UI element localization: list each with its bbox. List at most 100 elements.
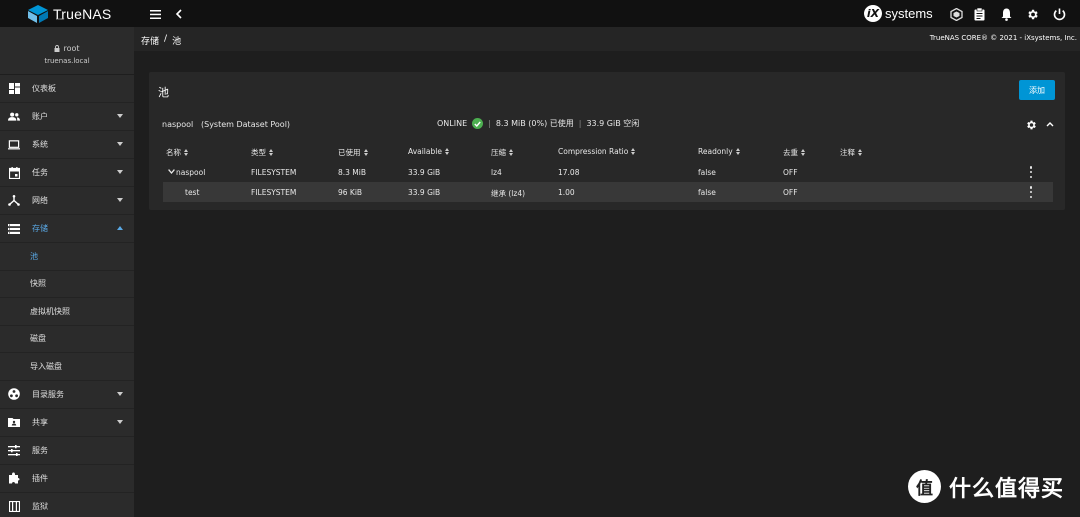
- sidebar-subitem-label: 快照: [30, 279, 46, 289]
- watermark-text: 什么值得买: [949, 476, 1065, 502]
- cell-type: FILESYSTEM: [251, 188, 297, 197]
- page-title: 池: [158, 86, 169, 99]
- sidebar-subitem-import-disk[interactable]: 导入磁盘: [0, 353, 134, 381]
- truenas-logo-icon: [28, 5, 48, 23]
- sidebar-item-label: 存储: [32, 224, 48, 233]
- column-header-label: 去重: [783, 148, 798, 157]
- column-header-label: 注释: [840, 148, 855, 157]
- network-icon: [8, 195, 20, 207]
- table-row[interactable]: naspool FILESYSTEM 8.3 MiB 33.9 GiB lz4 …: [163, 162, 1053, 182]
- cell-used: 8.3 MiB: [338, 168, 367, 177]
- sort-icon: [444, 148, 450, 155]
- watermark-logo: 值: [908, 470, 941, 503]
- used-space: 8.3 MiB (0%) 已使用: [495, 119, 574, 128]
- sidebar-subitem-vm-snapshots[interactable]: 虚拟机快照: [0, 298, 134, 326]
- directory-icon: [8, 388, 20, 400]
- cell-compression-ratio: 1.00: [558, 188, 575, 197]
- sidebar-item-tasks[interactable]: 任务: [0, 159, 134, 187]
- status-separator: |: [488, 119, 491, 128]
- cell-dedup: OFF: [783, 168, 798, 177]
- column-header-readonly[interactable]: Readonly: [698, 147, 741, 156]
- sidebar-item-label: 目录服务: [32, 389, 64, 399]
- sidebar-subitem-label: 导入磁盘: [30, 361, 62, 371]
- storage-icon: [8, 223, 20, 235]
- sidebar-subitem-disks[interactable]: 磁盘: [0, 326, 134, 353]
- plugin-icon: [8, 472, 20, 484]
- sidebar-item-jails[interactable]: 监狱: [0, 493, 134, 517]
- back-icon[interactable]: [170, 6, 186, 22]
- chevron-down-icon: [117, 114, 123, 118]
- breadcrumb-parent[interactable]: 存储: [141, 34, 159, 47]
- column-header-label: 压缩: [491, 148, 506, 157]
- sidebar-item-accounts[interactable]: 账户: [0, 103, 134, 131]
- breadcrumb: 存储 / 池: [141, 34, 181, 47]
- more-vert-icon[interactable]: [1028, 186, 1034, 198]
- sidebar-item-label: 插件: [32, 473, 48, 483]
- chevron-down-icon: [117, 198, 123, 202]
- sidebar-item-services[interactable]: 服务: [0, 437, 134, 465]
- breadcrumb-bar: 存储 / 池 TrueNAS CORE® © 2021 - iXsystems,…: [134, 27, 1080, 51]
- pool-status: ONLINE | 8.3 MiB (0%) 已使用 | 33.9 GiB 空闲: [437, 118, 639, 129]
- cell-type: FILESYSTEM: [251, 168, 297, 177]
- column-header-available[interactable]: Available: [408, 147, 450, 156]
- menu-icon[interactable]: [147, 6, 163, 22]
- column-header-comments[interactable]: 注释: [840, 147, 863, 158]
- more-vert-icon[interactable]: [1028, 166, 1034, 178]
- cell-compression-ratio: 17.08: [558, 168, 580, 177]
- sort-icon: [269, 149, 274, 156]
- column-header-name[interactable]: 名称: [166, 147, 189, 158]
- sort-icon: [509, 149, 514, 156]
- chevron-up-icon[interactable]: [1046, 121, 1054, 127]
- system-icon: [8, 139, 20, 151]
- status-text: ONLINE: [437, 119, 468, 128]
- truecommand-icon[interactable]: [948, 6, 964, 22]
- lock-icon: [54, 45, 60, 52]
- dashboard-icon: [8, 83, 20, 95]
- cell-compression: lz4: [491, 168, 502, 177]
- column-header-label: Readonly: [698, 147, 733, 156]
- truenas-logo[interactable]: TrueNAS: [28, 4, 111, 24]
- table-row[interactable]: test FILESYSTEM 96 KiB 33.9 GiB 继承 (lz4)…: [163, 182, 1053, 202]
- chevron-down-icon[interactable]: [168, 169, 175, 174]
- column-header-label: 类型: [251, 148, 266, 157]
- sort-icon: [184, 149, 189, 156]
- column-header-used[interactable]: 已使用: [338, 147, 369, 158]
- column-header-dedup[interactable]: 去重: [783, 147, 806, 158]
- pool-settings-gear-icon[interactable]: [1025, 119, 1037, 131]
- chevron-down-icon: [117, 170, 123, 174]
- copyright: TrueNAS CORE® © 2021 - iXsystems, Inc.: [929, 34, 1077, 42]
- column-header-label: Available: [408, 147, 442, 156]
- tasks-icon[interactable]: [971, 6, 987, 22]
- column-header-type[interactable]: 类型: [251, 147, 274, 158]
- sidebar-item-plugins[interactable]: 插件: [0, 465, 134, 493]
- jail-icon: [8, 500, 20, 512]
- column-header-compression-ratio[interactable]: Compression Ratio: [558, 147, 636, 156]
- pool-subtitle: (System Dataset Pool): [201, 120, 291, 129]
- cell-used: 96 KiB: [338, 188, 363, 197]
- sidebar-subitem-snapshots[interactable]: 快照: [0, 271, 134, 298]
- sidebar-item-label: 监狱: [32, 501, 48, 511]
- sidebar: root truenas.local 仪表板 账户 系统 任务 网络 存储 池 …: [0, 27, 134, 517]
- gear-icon[interactable]: [1024, 6, 1040, 22]
- cell-readonly: false: [698, 188, 716, 197]
- sidebar-item-storage[interactable]: 存储: [0, 215, 134, 243]
- sidebar-item-network[interactable]: 网络: [0, 187, 134, 215]
- breadcrumb-separator: /: [164, 34, 168, 44]
- add-pool-button[interactable]: 添加: [1019, 80, 1055, 100]
- sidebar-subitem-pools[interactable]: 池: [0, 243, 134, 271]
- sidebar-item-directory-services[interactable]: 目录服务: [0, 381, 134, 409]
- ixsystems-brand[interactable]: iX systems: [864, 5, 933, 22]
- sidebar-item-system[interactable]: 系统: [0, 131, 134, 159]
- sidebar-item-sharing[interactable]: 共享: [0, 409, 134, 437]
- column-header-compression[interactable]: 压缩: [491, 147, 514, 158]
- logo-subtext: CORE: [56, 17, 65, 21]
- check-circle-icon: [472, 118, 484, 129]
- bell-icon[interactable]: [998, 6, 1014, 22]
- pools-card: 池 添加 naspool (System Dataset Pool) ONLIN…: [149, 72, 1065, 210]
- power-icon[interactable]: [1051, 6, 1067, 22]
- sort-icon: [858, 149, 863, 156]
- sidebar-item-dashboard[interactable]: 仪表板: [0, 75, 134, 103]
- column-header-label: 已使用: [338, 148, 361, 157]
- brand-text: systems: [885, 6, 933, 21]
- cell-readonly: false: [698, 168, 716, 177]
